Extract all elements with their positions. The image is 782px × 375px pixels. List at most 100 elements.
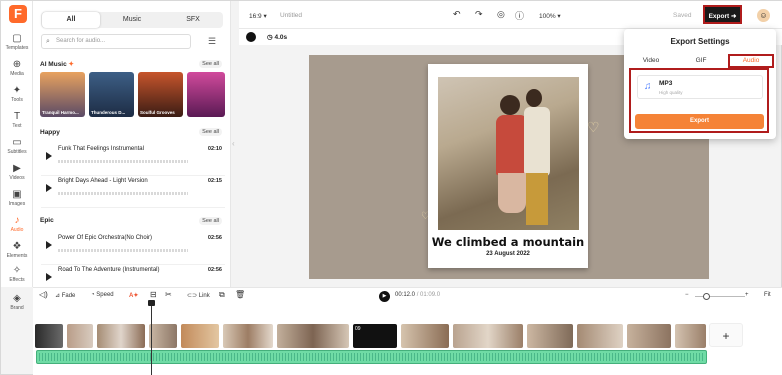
trash-icon[interactable]: 🗑 [235, 290, 245, 299]
timeline-clip[interactable] [626, 323, 672, 349]
rail-item-elements[interactable]: ❖ Elements [1, 241, 33, 265]
zoom-out-icon[interactable]: − [685, 292, 689, 298]
tab-audio[interactable]: Audio [728, 54, 774, 68]
timeline-clip[interactable] [576, 323, 624, 349]
add-clip-button[interactable]: + [709, 323, 743, 347]
rail-item-text[interactable]: T Text [1, 111, 33, 135]
elements-icon: ❖ [12, 241, 22, 252]
play-icon[interactable] [46, 152, 52, 160]
timeline-clip[interactable] [674, 323, 707, 349]
tab-gif[interactable]: GIF [686, 54, 716, 67]
play-button[interactable]: ▶ [379, 291, 390, 302]
playhead[interactable] [151, 301, 152, 375]
timeline-clip[interactable] [400, 323, 450, 349]
track-item[interactable]: Bright Days Ahead - Light Version 02:15 [41, 172, 225, 208]
rail-item-videos[interactable]: ▶ Videos [1, 163, 33, 187]
rail-item-images[interactable]: ▣ Images [1, 189, 33, 213]
track-item[interactable]: Funk That Feelings Instrumental 02:10 [41, 140, 225, 176]
timeline-clip[interactable] [66, 323, 94, 349]
collapse-panel-icon[interactable]: ‹ [232, 139, 238, 153]
see-all-ai-music[interactable]: See all [199, 60, 222, 68]
rail-label: Elements [6, 253, 28, 259]
split-icon[interactable]: ⊟ [150, 290, 157, 299]
track-item[interactable]: Road To The Adventure (Instrumental) 02:… [41, 261, 225, 287]
timeline-clip[interactable] [452, 323, 524, 349]
waveform [58, 249, 188, 252]
color-swatch[interactable] [246, 32, 256, 42]
rail-item-audio[interactable]: ♪ Audio [1, 215, 33, 239]
tab-sfx[interactable]: SFX [164, 12, 222, 28]
play-icon[interactable] [46, 273, 52, 281]
see-all-happy[interactable]: See all [199, 128, 222, 136]
ai-music-thumb[interactable] [187, 72, 225, 117]
tab-music[interactable]: Music [103, 12, 161, 28]
clip-label: 09 [355, 326, 361, 332]
play-icon[interactable] [46, 184, 52, 192]
images-icon: ▣ [12, 189, 22, 200]
rail-label: Tools [11, 97, 23, 103]
rail-item-subtitles[interactable]: ▭ Subtitles [1, 137, 33, 161]
rail-item-templates[interactable]: ▢ Templates [1, 33, 33, 57]
timeline-clip[interactable] [526, 323, 574, 349]
redo-icon[interactable]: ↷ [475, 9, 483, 20]
fit-button[interactable]: Fit [764, 292, 771, 298]
editor-window: F ▢ Templates ⊕ Media ✦ Tools T Text ▭ Subtit… [0, 0, 782, 375]
rail-item-tools[interactable]: ✦ Tools [1, 85, 33, 109]
ai-music-thumb[interactable]: Soulful Grooves [138, 72, 183, 117]
media-icon: ⊕ [12, 59, 22, 70]
speed-button[interactable]: ◔ Speed [91, 292, 114, 298]
popup-export-button[interactable]: Export [635, 114, 764, 129]
track-item[interactable]: Power Of Epic Orchestra(No Choir) 02:56 [41, 229, 225, 265]
play-icon[interactable] [46, 241, 52, 249]
audio-track[interactable] [36, 350, 707, 364]
top-bar [239, 1, 782, 29]
rail-item-media[interactable]: ⊕ Media [1, 59, 33, 83]
capture-icon[interactable]: ◎ [497, 9, 505, 20]
track-name: Power Of Epic Orchestra(No Choir) [58, 235, 153, 241]
zoom-select[interactable]: 100% ▾ [539, 12, 561, 20]
waveform [58, 160, 188, 163]
music-note-icon: ♪ [14, 215, 20, 226]
see-all-epic[interactable]: See all [199, 217, 222, 225]
link-button[interactable]: ⊂⊃ Link [187, 292, 210, 299]
couple-photo [438, 77, 579, 230]
polaroid-frame[interactable]: We climbed a mountain 23 August 2022 [428, 64, 588, 268]
search-input[interactable]: ⌕ Search for audio... [41, 34, 191, 49]
help-icon[interactable]: ⓘ [515, 9, 524, 22]
duplicate-icon[interactable]: ⧉ [219, 290, 225, 300]
volume-icon[interactable]: ◁) [39, 290, 48, 299]
timeline-clip[interactable] [96, 323, 146, 349]
project-title[interactable]: Untitled [280, 12, 302, 19]
fade-button[interactable]: ⊿ Fade [55, 292, 75, 299]
undo-icon[interactable]: ↶ [453, 9, 461, 20]
export-label: Export [708, 13, 730, 20]
zoom-in-icon[interactable]: + [745, 292, 749, 298]
ai-music-thumb[interactable]: Thunderous D... [89, 72, 134, 117]
format-option-mp3[interactable]: ♫ MP3 High quality [637, 75, 763, 99]
timeline-clip[interactable] [180, 323, 220, 349]
track-duration: 02:15 [207, 178, 222, 184]
timeline-clip[interactable] [276, 323, 350, 349]
rail-label: Effects [9, 277, 25, 283]
scissors-icon[interactable]: ✂ [165, 290, 172, 299]
filter-icon[interactable]: ☰ [208, 36, 216, 47]
rail-item-brand[interactable]: ◈ Brand [1, 293, 33, 311]
rail-item-effects[interactable]: ✧ Effects [1, 265, 33, 283]
playhead-handle[interactable] [148, 300, 155, 306]
timeline: 09 [33, 304, 782, 375]
duration-display[interactable]: ◷ 4.0s [267, 33, 287, 41]
zoom-slider-handle[interactable] [703, 293, 710, 300]
videos-icon: ▶ [13, 163, 21, 174]
timeline-clip[interactable] [34, 323, 64, 349]
avatar[interactable]: ☺ [757, 9, 770, 22]
ai-tools-icon[interactable]: A✦ [129, 292, 138, 299]
rail-label: Videos [9, 175, 25, 181]
timeline-clip[interactable] [148, 323, 178, 349]
tab-all[interactable]: All [42, 12, 100, 28]
export-button[interactable]: Export ➜ [703, 5, 742, 24]
aspect-ratio-select[interactable]: 16:9 ▾ [249, 12, 267, 20]
tab-video[interactable]: Video [636, 54, 666, 67]
timeline-clip[interactable] [222, 323, 274, 349]
ai-music-thumb[interactable]: Tranquil Harmo... [40, 72, 85, 117]
timeline-clip-selected[interactable]: 09 [352, 323, 398, 349]
